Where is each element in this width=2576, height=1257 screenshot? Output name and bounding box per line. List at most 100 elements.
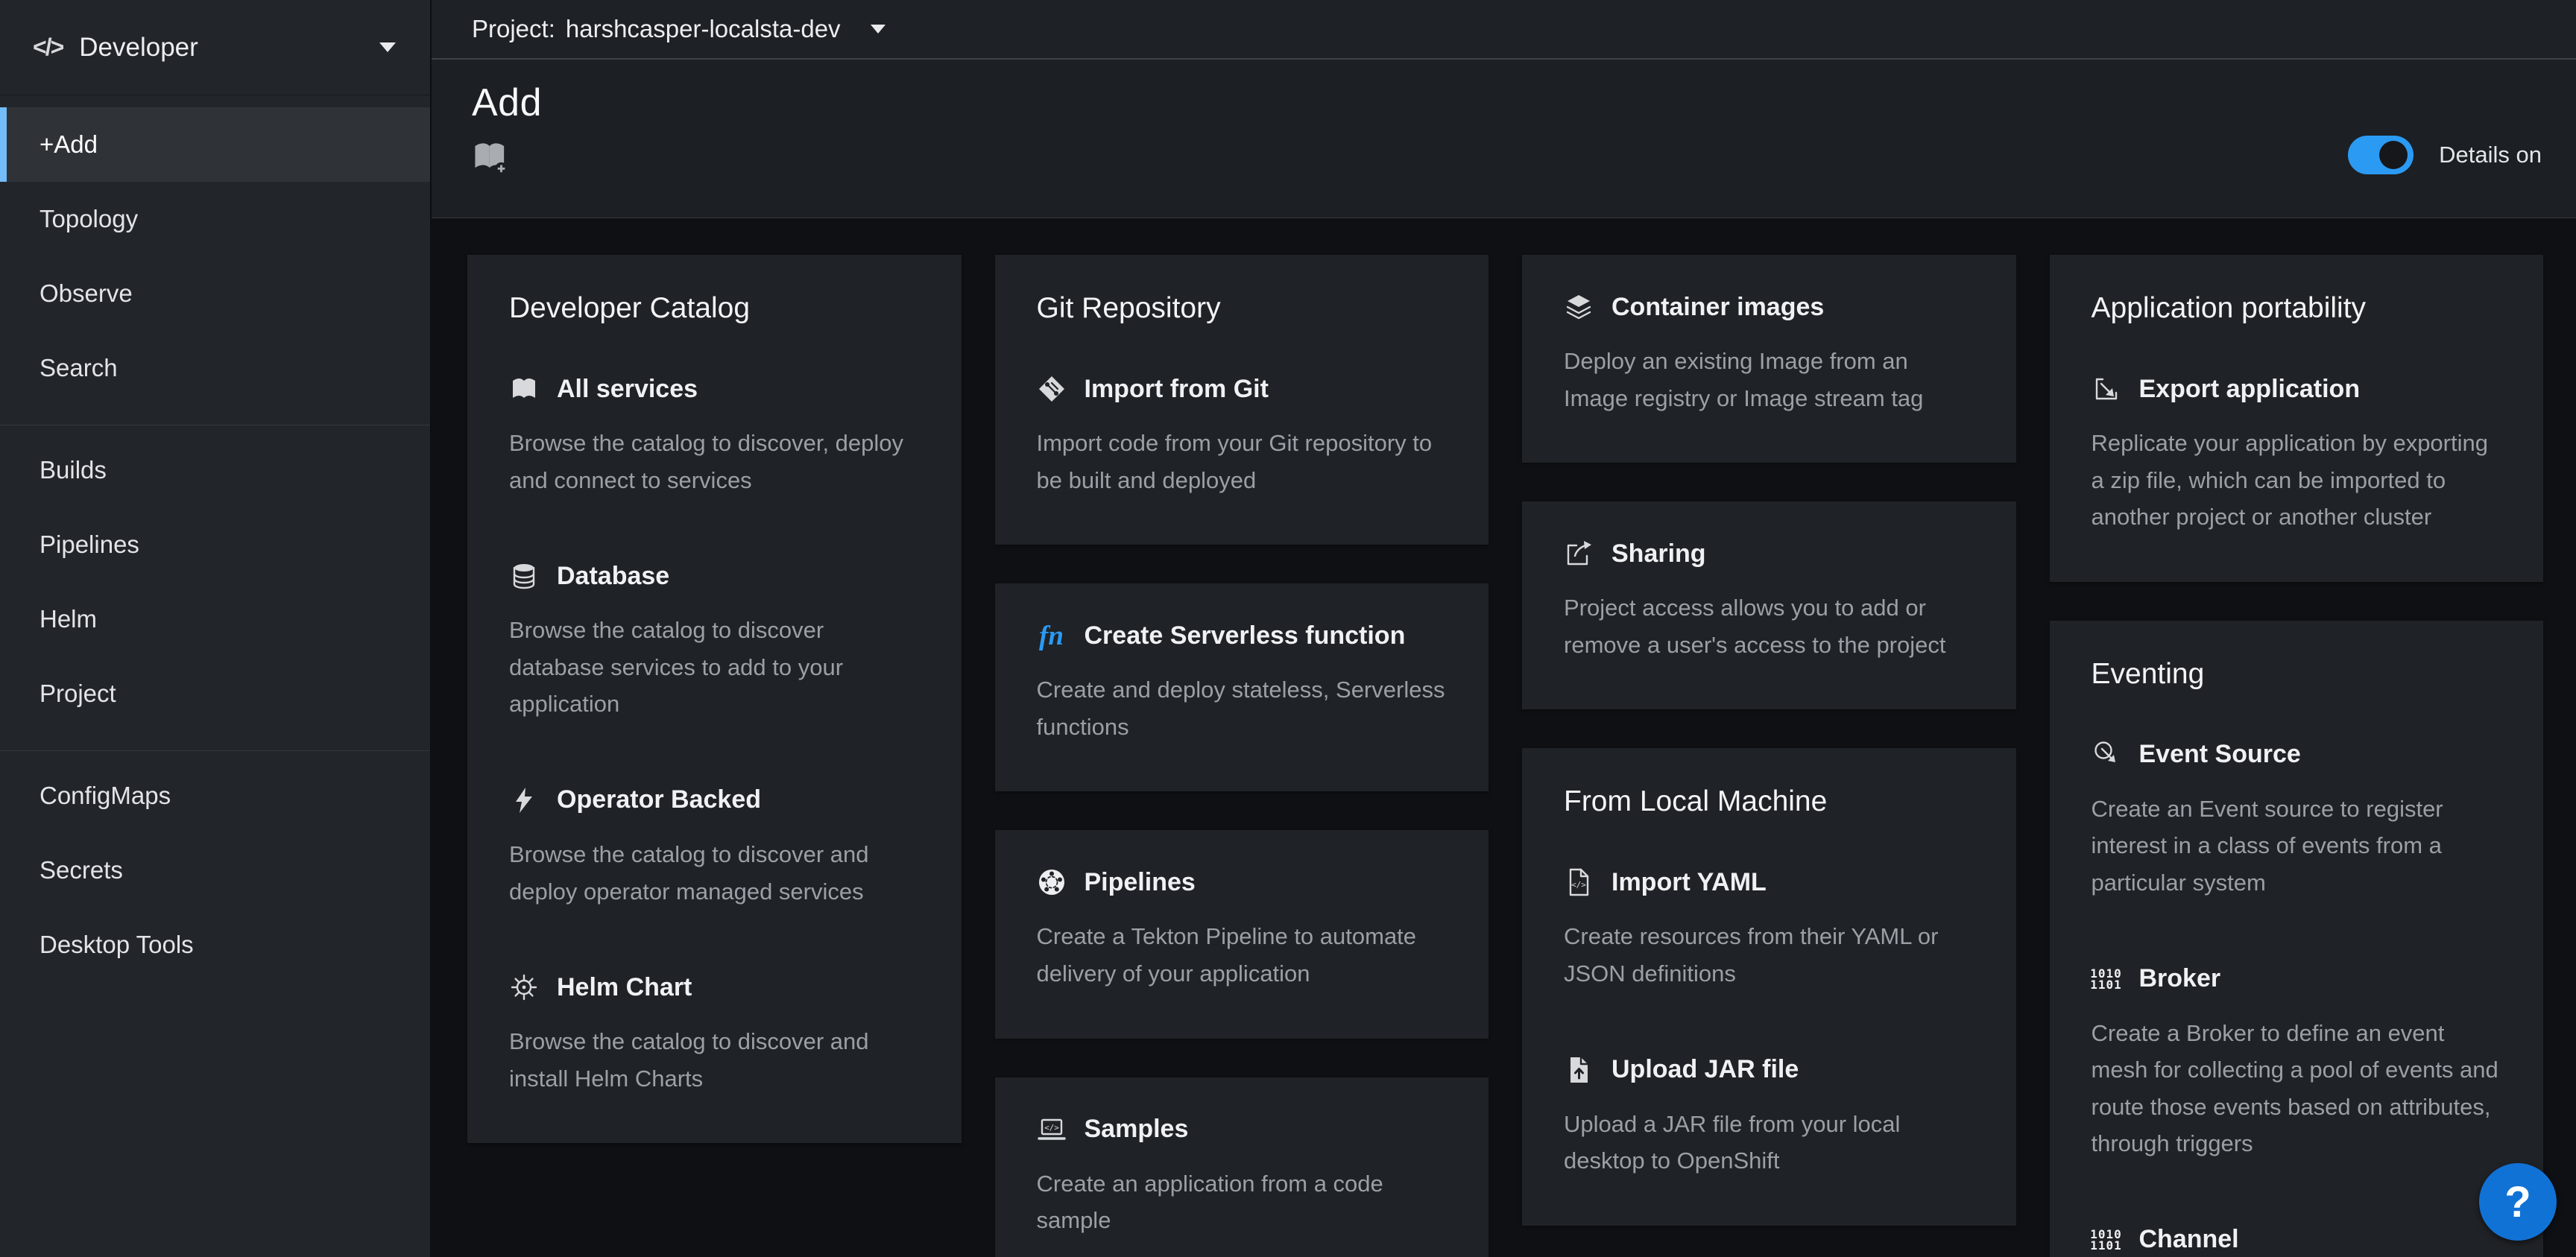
fn-icon: fn [1037,621,1067,650]
add-action-operator-backed[interactable]: Operator BackedBrowse the catalog to dis… [509,785,920,910]
item-label: Container images [1611,293,1824,322]
item-head: 10101101Channel [2092,1225,2502,1255]
item-label: Import YAML [1611,868,1767,897]
item-description: Create and deploy stateless, Serverless … [1037,671,1448,745]
sidebar-nav: +AddTopologyObserveSearchBuildsPipelines… [0,95,430,1001]
add-action-all-services[interactable]: All services Browse the catalog to discov… [509,374,920,498]
sidebar-item-observe[interactable]: Observe [0,256,430,331]
item-description: Import code from your Git repository to … [1037,425,1448,498]
item-head: 10101101Broker [2092,964,2502,994]
project-selector[interactable]: Project: harshcasper-localsta-dev [432,0,2576,60]
project-selector-value: harshcasper-localsta-dev [566,15,841,43]
page-header: Add Details on [432,60,2576,218]
main-area: Project: harshcasper-localsta-dev Add De… [432,0,2576,1257]
item-label: Broker [2139,964,2221,993]
item-label: Helm Chart [557,973,692,1002]
sidebar-item-builds[interactable]: Builds [0,433,430,507]
add-action-database[interactable]: DatabaseBrowse the catalog to discover d… [509,561,920,723]
perspective-switcher[interactable]: </> Developer [0,0,430,95]
add-action-export-application[interactable]: Export applicationReplicate your applica… [2092,374,2502,536]
sidebar-item-add[interactable]: +Add [0,107,430,182]
card-application-portability: Application portabilityExport applicatio… [2050,255,2544,582]
add-action-channel[interactable]: 10101101ChannelCreate a Knative Channel … [2092,1225,2502,1257]
sidebar-group-1: +AddTopologyObserveSearch [0,100,430,425]
add-action-sharing[interactable]: SharingProject access allows you to add … [1564,539,1974,663]
sidebar-item-search[interactable]: Search [0,331,430,405]
item-description: Browse the catalog to discover and insta… [509,1023,920,1097]
add-action-pipelines[interactable]: PipelinesCreate a Tekton Pipeline to aut… [1037,867,1448,992]
item-head: Helm Chart [509,972,920,1002]
helm-wheel-icon [509,972,539,1002]
item-label: Samples [1085,1115,1189,1144]
card-create-serverless-function: fn Create Serverless function Create and d… [995,583,1489,791]
add-action-create-serverless-function[interactable]: fn Create Serverless function Create and d… [1037,621,1448,745]
item-label: Import from Git [1085,375,1269,404]
item-description: Project access allows you to add or remo… [1564,589,1974,663]
details-toggle[interactable] [2348,136,2414,174]
sidebar: </> Developer +AddTopologyObserveSearchB… [0,0,431,1257]
add-action-import-yaml[interactable]: </>Import YAMLCreate resources from thei… [1564,867,1974,992]
item-label: Upload JAR file [1611,1055,1799,1084]
item-label: All services [557,375,698,404]
item-head: </> Import YAML [1564,867,1974,897]
page-title: Add [472,80,2543,125]
item-head: Database [509,561,920,591]
item-label: Channel [2139,1225,2239,1254]
sidebar-item-topology[interactable]: Topology [0,182,430,256]
sidebar-item-desktop-tools[interactable]: Desktop Tools [0,908,430,982]
layers-icon [1564,292,1594,322]
toggle-knob [2379,141,2408,169]
card-git-repository: Git Repository Import from Git Import code… [995,255,1489,545]
item-head: </> Samples [1037,1115,1448,1144]
add-action-upload-jar-file[interactable]: Upload JAR file Upload a JAR file from yo… [1564,1055,1974,1180]
add-action-helm-chart[interactable]: Helm Chart Browse the catalog to discover… [509,972,920,1097]
sidebar-item-configmaps[interactable]: ConfigMaps [0,759,430,833]
sidebar-item-pipelines[interactable]: Pipelines [0,507,430,582]
add-action-samples[interactable]: </>SamplesCreate an application from a c… [1037,1115,1448,1239]
sidebar-item-secrets[interactable]: Secrets [0,833,430,908]
details-toggle-label: Details on [2439,142,2542,168]
card-column-3: Container images Deploy an existing Image… [1522,255,2016,1226]
book-open-icon [509,374,539,404]
item-description: Create an Event source to register inter… [2092,791,2502,902]
card-title: From Local Machine [1564,785,1974,818]
bolt-icon [509,785,539,815]
card-column-4: Application portabilityExport applicatio… [2050,255,2544,1257]
card-column-2: Git Repository Import from Git Import code… [995,255,1489,1257]
item-head: Import from Git [1037,374,1448,404]
svg-text:</>: </> [1044,1123,1059,1133]
export-icon [2092,374,2121,404]
sidebar-group-2: BuildsPipelinesHelmProject [0,425,430,750]
sidebar-group-3: ConfigMapsSecretsDesktop Tools [0,750,430,1001]
card-from-local-machine: From Local Machine</>Import YAMLCreate r… [1522,748,2016,1225]
file-code-icon: </> [1564,867,1594,897]
card-samples: </>SamplesCreate an application from a c… [995,1077,1489,1257]
item-description: Browse the catalog to discover, deploy a… [509,425,920,498]
item-label: Operator Backed [557,785,761,814]
item-label: Create Serverless function [1085,621,1406,650]
svg-text:</>: </> [1571,880,1586,890]
add-action-container-images[interactable]: Container images Deploy an existing Image… [1564,292,1974,417]
add-action-import-from-git[interactable]: Import from Git Import code from your Git… [1037,374,1448,498]
add-action-broker[interactable]: 10101101Broker Create a Broker to define … [2092,964,2502,1162]
database-icon [509,561,539,591]
item-label: Database [557,562,669,591]
card-column-1: Developer Catalog All services Browse the … [467,255,962,1143]
item-label: Pipelines [1085,868,1196,897]
item-description: Upload a JAR file from your local deskto… [1564,1106,1974,1180]
sidebar-item-project[interactable]: Project [0,656,430,731]
add-action-event-source[interactable]: Event Source Create an Event source to re… [2092,740,2502,902]
card-title: Eventing [2092,658,2502,691]
card-title: Git Repository [1037,292,1448,325]
item-description: Deploy an existing Image from an Image r… [1564,343,1974,417]
perspective-label: Developer [79,33,379,63]
question-mark-icon: ? [2504,1177,2531,1227]
item-description: Create a Broker to define an event mesh … [2092,1015,2502,1162]
item-description: Replicate your application by exporting … [2092,425,2502,536]
tekton-icon [1037,867,1067,897]
quick-starts-book-plus-icon[interactable] [472,142,509,182]
help-button[interactable]: ? [2479,1163,2557,1241]
item-label: Event Source [2139,740,2301,769]
card-title: Developer Catalog [509,292,920,325]
sidebar-item-helm[interactable]: Helm [0,582,430,656]
